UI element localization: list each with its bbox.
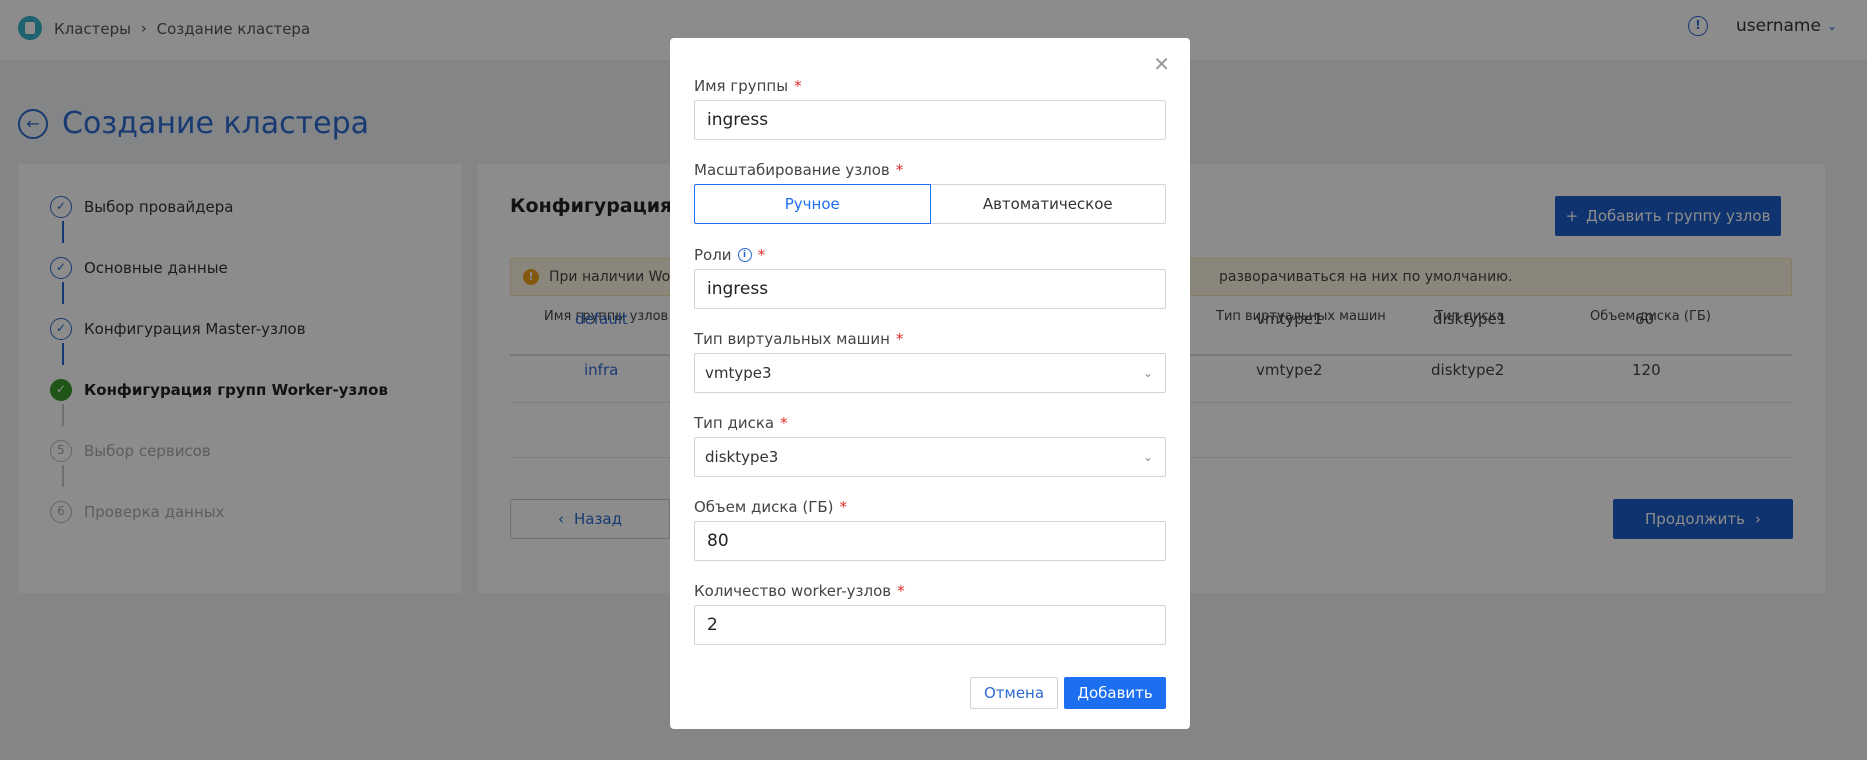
required-mark: *: [839, 498, 848, 516]
chevron-down-icon: ⌄: [1142, 366, 1153, 380]
group-name-input[interactable]: ingress: [694, 100, 1166, 140]
required-mark: *: [895, 161, 904, 179]
required-mark: *: [895, 330, 904, 348]
cancel-button[interactable]: Отмена: [970, 677, 1058, 709]
group-name-label: Имя группы: [694, 77, 789, 95]
vm-type-label: Тип виртуальных машин: [694, 330, 890, 348]
add-button[interactable]: Добавить: [1064, 677, 1166, 709]
scaling-label: Масштабирование узлов: [694, 161, 890, 179]
scaling-option-auto[interactable]: Автоматическое: [930, 184, 1166, 224]
vm-type-field: Тип виртуальных машин * vmtype3 ⌄: [694, 329, 1166, 393]
scaling-option-manual[interactable]: Ручное: [694, 184, 931, 224]
scaling-field: Масштабирование узлов * Ручное Автоматиче…: [694, 160, 1166, 224]
worker-count-input[interactable]: 2: [694, 605, 1166, 645]
disk-type-select[interactable]: disktype3 ⌄: [694, 437, 1166, 477]
required-mark: *: [897, 582, 905, 600]
roles-label: Роли: [694, 246, 732, 264]
required-mark: *: [794, 77, 802, 95]
chevron-down-icon: ⌄: [1142, 450, 1153, 464]
vm-type-select[interactable]: vmtype3 ⌄: [694, 353, 1166, 393]
disk-size-field: Объем диска (ГБ) * 80: [694, 497, 1166, 561]
info-icon[interactable]: i: [737, 248, 752, 262]
disk-size-input[interactable]: 80: [694, 521, 1166, 561]
group-name-field: Имя группы * ingress: [694, 76, 1166, 140]
worker-count-label: Количество worker-узлов: [694, 582, 892, 600]
required-mark: *: [780, 414, 788, 432]
worker-count-field: Количество worker-узлов * 2: [694, 581, 1166, 645]
disk-type-label: Тип диска: [694, 414, 775, 432]
required-mark: *: [757, 246, 766, 264]
vm-type-value: vmtype3: [705, 364, 772, 382]
add-node-group-modal: ✕ Имя группы * ingress Масштабирование уз…: [670, 38, 1190, 729]
close-icon[interactable]: ✕: [1153, 52, 1170, 76]
roles-field: Роли i * ingress: [694, 245, 1166, 309]
roles-input[interactable]: ingress: [694, 269, 1166, 309]
disk-type-value: disktype3: [705, 448, 779, 466]
disk-size-label: Объем диска (ГБ): [694, 498, 834, 516]
scaling-toggle: Ручное Автоматическое: [694, 184, 1166, 224]
disk-type-field: Тип диска * disktype3 ⌄: [694, 413, 1166, 477]
